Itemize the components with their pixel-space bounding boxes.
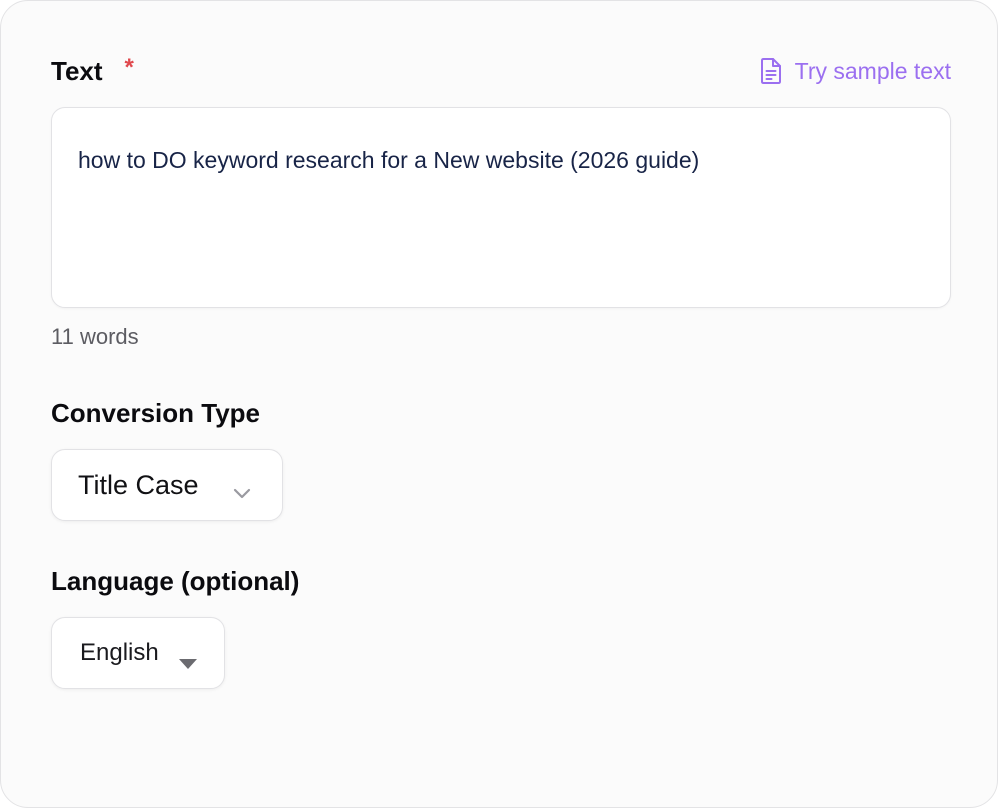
chevron-down-icon	[232, 476, 252, 507]
conversion-type-label: Conversion Type	[51, 398, 261, 428]
conversion-type-select[interactable]: Title Case	[51, 449, 283, 521]
required-marker: *	[124, 54, 134, 81]
text-field-header: Text * Try sample text	[51, 53, 951, 89]
try-sample-text-label: Try sample text	[794, 57, 951, 84]
language-select[interactable]: English	[51, 617, 225, 689]
text-field-label: Text	[51, 56, 103, 86]
try-sample-text-button[interactable]: Try sample text	[759, 53, 951, 89]
conversion-type-value: Title Case	[78, 469, 199, 500]
document-icon	[759, 57, 783, 85]
language-value: English	[80, 639, 159, 666]
converter-card: Text * Try sample text how to DO keyword …	[0, 0, 998, 808]
caret-down-icon	[178, 649, 198, 677]
language-label: Language (optional)	[51, 566, 300, 596]
text-input[interactable]: how to DO keyword research for a New web…	[51, 107, 951, 308]
word-count: 11 words	[51, 324, 139, 349]
